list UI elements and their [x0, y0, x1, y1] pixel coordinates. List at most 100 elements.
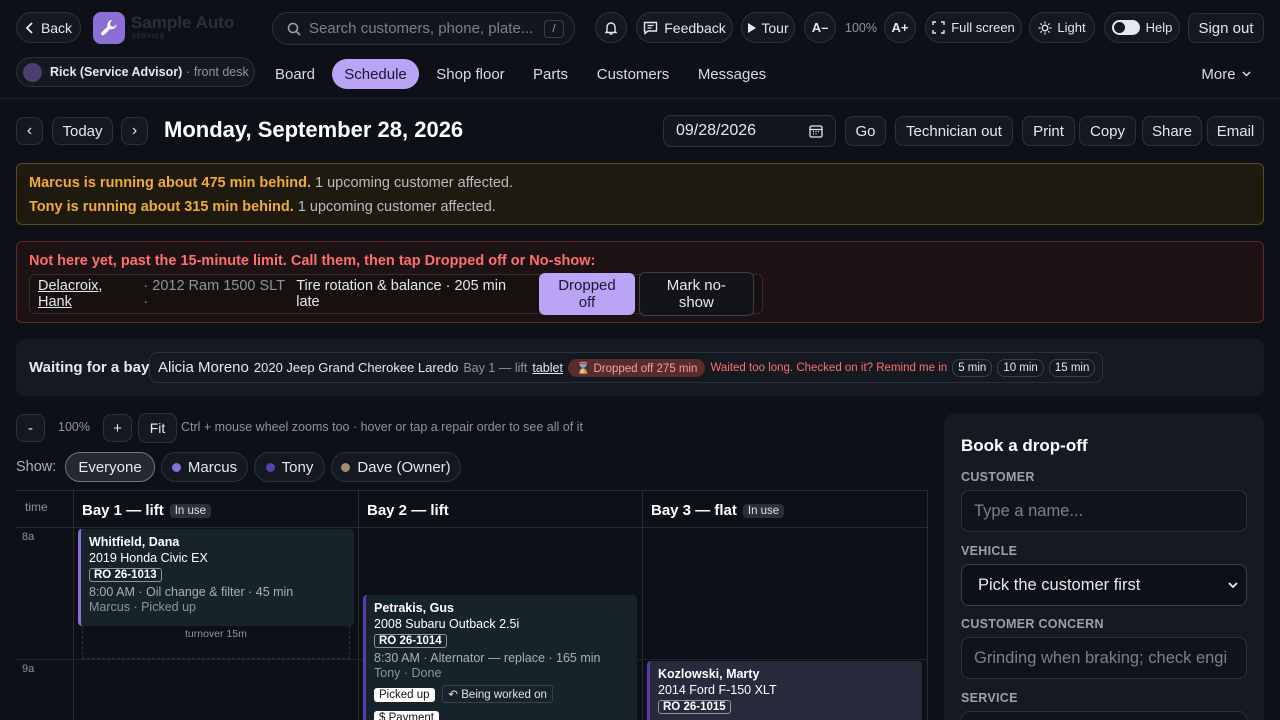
zoom-level: 100%	[58, 420, 90, 434]
zoom-out-button[interactable]: -	[16, 414, 45, 442]
repair-order-card[interactable]: Whitfield, Dana 2019 Honda Civic EX RO 2…	[78, 529, 354, 626]
search-input[interactable]	[309, 20, 544, 37]
filter-marcus[interactable]: Marcus	[161, 452, 248, 482]
back-button[interactable]: Back	[16, 12, 81, 43]
tab-messages[interactable]: Messages	[690, 59, 774, 89]
share-button[interactable]: Share	[1142, 116, 1202, 146]
tab-schedule[interactable]: Schedule	[332, 59, 419, 89]
wrench-icon	[99, 18, 119, 38]
filter-everyone[interactable]: Everyone	[65, 452, 155, 482]
vehicle-select[interactable]: Pick the customer first	[961, 564, 1247, 606]
remind-15-button[interactable]: 15 min	[1048, 358, 1096, 377]
feedback-button[interactable]: Feedback	[636, 12, 733, 43]
no-show-title: Not here yet, past the 15-minute limit. …	[29, 253, 596, 269]
notifications-button[interactable]	[595, 12, 627, 43]
repair-order-card[interactable]: Petrakis, Gus 2008 Subaru Outback 2.5i R…	[363, 595, 637, 720]
bay-3-header: Bay 3 — flat In use	[651, 502, 785, 519]
status-badge: ↶ Being worked on	[442, 685, 553, 703]
bay-1-header: Bay 1 — lift In use	[82, 502, 212, 519]
mark-no-show-button[interactable]: Mark no-show	[638, 272, 755, 316]
print-button[interactable]: Print	[1022, 116, 1075, 146]
in-use-badge: In use	[742, 503, 785, 518]
filter-dave[interactable]: Dave (Owner)	[331, 452, 461, 482]
hour-label: 8a	[22, 531, 35, 543]
customer-input[interactable]	[961, 490, 1247, 532]
header-divider	[0, 98, 1280, 99]
zoom-fit-button[interactable]: Fit	[138, 413, 177, 443]
zoom-in-button[interactable]: +	[103, 414, 132, 442]
running-late-banner: Marcus is running about 475 min behind. …	[16, 163, 1264, 225]
late-line-tony: Tony is running about 315 min behind. 1 …	[29, 199, 496, 215]
dropped-off-tag: ⌛ Dropped off 275 min	[567, 358, 706, 377]
email-button[interactable]: Email	[1207, 116, 1264, 146]
search-icon	[287, 22, 301, 36]
search-shortcut-hint: /	[544, 19, 564, 38]
customer-link[interactable]: Delacroix, Hank	[38, 278, 139, 310]
brand-subtitle: SERVICE	[132, 34, 166, 40]
status-badge: Picked up	[374, 688, 435, 702]
today-button[interactable]: Today	[52, 117, 113, 145]
brand-name: Sample Auto	[131, 13, 235, 32]
ro-number: RO 26-1015	[658, 700, 731, 714]
play-icon	[747, 22, 757, 34]
tab-customers[interactable]: Customers	[588, 59, 678, 89]
calendar-icon[interactable]	[809, 124, 823, 138]
customer-label: CUSTOMER	[961, 470, 1035, 484]
chevron-down-icon	[1228, 581, 1238, 589]
more-menu[interactable]: More	[1196, 59, 1256, 89]
service-label: SERVICE	[961, 691, 1018, 705]
schedule-grid: time 8a 9a Bay 1 — lift In use Bay 2 — l…	[16, 490, 928, 720]
zoom-hint: Ctrl + mouse wheel zooms too · hover or …	[181, 420, 583, 434]
theme-toggle-button[interactable]: Light	[1029, 12, 1095, 43]
service-select[interactable]	[961, 711, 1247, 720]
remind-5-button[interactable]: 5 min	[952, 358, 993, 377]
chat-icon	[643, 21, 658, 35]
fullscreen-button[interactable]: Full screen	[925, 12, 1022, 43]
logo	[93, 12, 125, 44]
go-button[interactable]: Go	[845, 116, 886, 146]
expand-icon	[932, 21, 945, 34]
bell-icon	[603, 20, 619, 36]
search-bar[interactable]: /	[272, 12, 575, 45]
font-smaller-button[interactable]: A–	[804, 12, 836, 43]
toggle-switch[interactable]	[1111, 20, 1140, 35]
tony-color-dot	[265, 462, 275, 472]
dave-color-dot	[341, 462, 351, 472]
tab-parts[interactable]: Parts	[525, 59, 576, 89]
payment-badge[interactable]: $ Payment	[374, 711, 439, 720]
font-zoom-level: 100%	[845, 21, 877, 35]
page-title: Monday, September 28, 2026	[164, 117, 464, 142]
copy-button[interactable]: Copy	[1079, 116, 1136, 146]
tour-button[interactable]: Tour	[741, 12, 795, 43]
no-show-banner: Not here yet, past the 15-minute limit. …	[16, 241, 1264, 323]
avatar	[23, 62, 42, 82]
sign-out-button[interactable]: Sign out	[1188, 13, 1264, 43]
turnover-block: turnover 15m	[82, 621, 350, 659]
concern-label: CUSTOMER CONCERN	[961, 617, 1104, 631]
ro-number: RO 26-1013	[89, 568, 162, 582]
late-line-marcus: Marcus is running about 475 min behind. …	[29, 175, 514, 191]
remind-10-button[interactable]: 10 min	[997, 358, 1044, 377]
marcus-color-dot	[171, 462, 181, 472]
dropped-off-button[interactable]: Dropped off	[539, 273, 635, 315]
tablet-link[interactable]: tablet	[532, 361, 563, 375]
show-filter-label: Show:	[16, 459, 57, 475]
next-day-button[interactable]: ›	[121, 117, 148, 145]
waiting-title: Waiting for a bay	[29, 359, 150, 376]
tab-board[interactable]: Board	[267, 59, 323, 89]
tab-shop-floor[interactable]: Shop floor	[428, 59, 513, 89]
waiting-card[interactable]: Alicia Moreno 2020 Jeep Grand Cherokee L…	[149, 352, 1103, 383]
chevron-down-icon	[1242, 71, 1251, 77]
technician-out-button[interactable]: Technician out	[895, 116, 1013, 146]
repair-order-card[interactable]: Kozlowski, Marty 2014 Ford F-150 XLT RO …	[647, 661, 922, 720]
help-toggle[interactable]: Help	[1104, 12, 1180, 43]
no-show-card: Delacroix, Hank · 2012 Ram 1500 SLT · Ti…	[29, 272, 763, 316]
prev-day-button[interactable]: ‹	[16, 117, 43, 145]
font-larger-button[interactable]: A+	[884, 12, 916, 43]
concern-input[interactable]	[961, 637, 1247, 679]
user-badge[interactable]: Rick (Service Advisor) · front desk	[16, 57, 255, 87]
sun-icon	[1038, 21, 1052, 35]
filter-tony[interactable]: Tony	[254, 452, 325, 482]
date-field[interactable]: 09/28/2026	[663, 115, 836, 147]
chevron-left-icon	[25, 21, 35, 34]
